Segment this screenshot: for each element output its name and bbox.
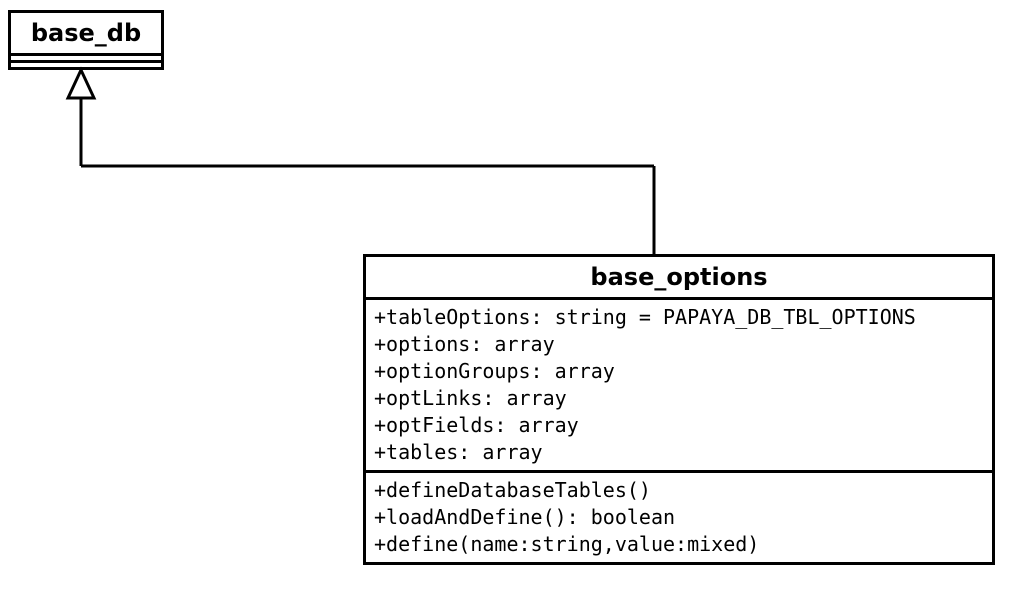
class-title: base_options — [366, 257, 992, 300]
method-row: +loadAndDefine(): boolean — [374, 504, 984, 531]
uml-class-base-db: base_db — [8, 10, 164, 70]
method-row: +define(name:string,value:mixed) — [374, 531, 984, 558]
attr-row: +optFields: array — [374, 412, 984, 439]
class-attrs-empty — [11, 56, 161, 63]
attr-row: +optLinks: array — [374, 385, 984, 412]
attr-row: +tableOptions: string = PAPAYA_DB_TBL_OP… — [374, 304, 984, 331]
class-title: base_db — [11, 13, 161, 56]
class-methods-empty — [11, 63, 161, 67]
attr-row: +options: array — [374, 331, 984, 358]
uml-class-base-options: base_options +tableOptions: string = PAP… — [363, 254, 995, 565]
method-row: +defineDatabaseTables() — [374, 477, 984, 504]
class-attributes: +tableOptions: string = PAPAYA_DB_TBL_OP… — [366, 300, 992, 473]
attr-row: +optionGroups: array — [374, 358, 984, 385]
attr-row: +tables: array — [374, 439, 984, 466]
class-methods: +defineDatabaseTables() +loadAndDefine()… — [366, 473, 992, 562]
